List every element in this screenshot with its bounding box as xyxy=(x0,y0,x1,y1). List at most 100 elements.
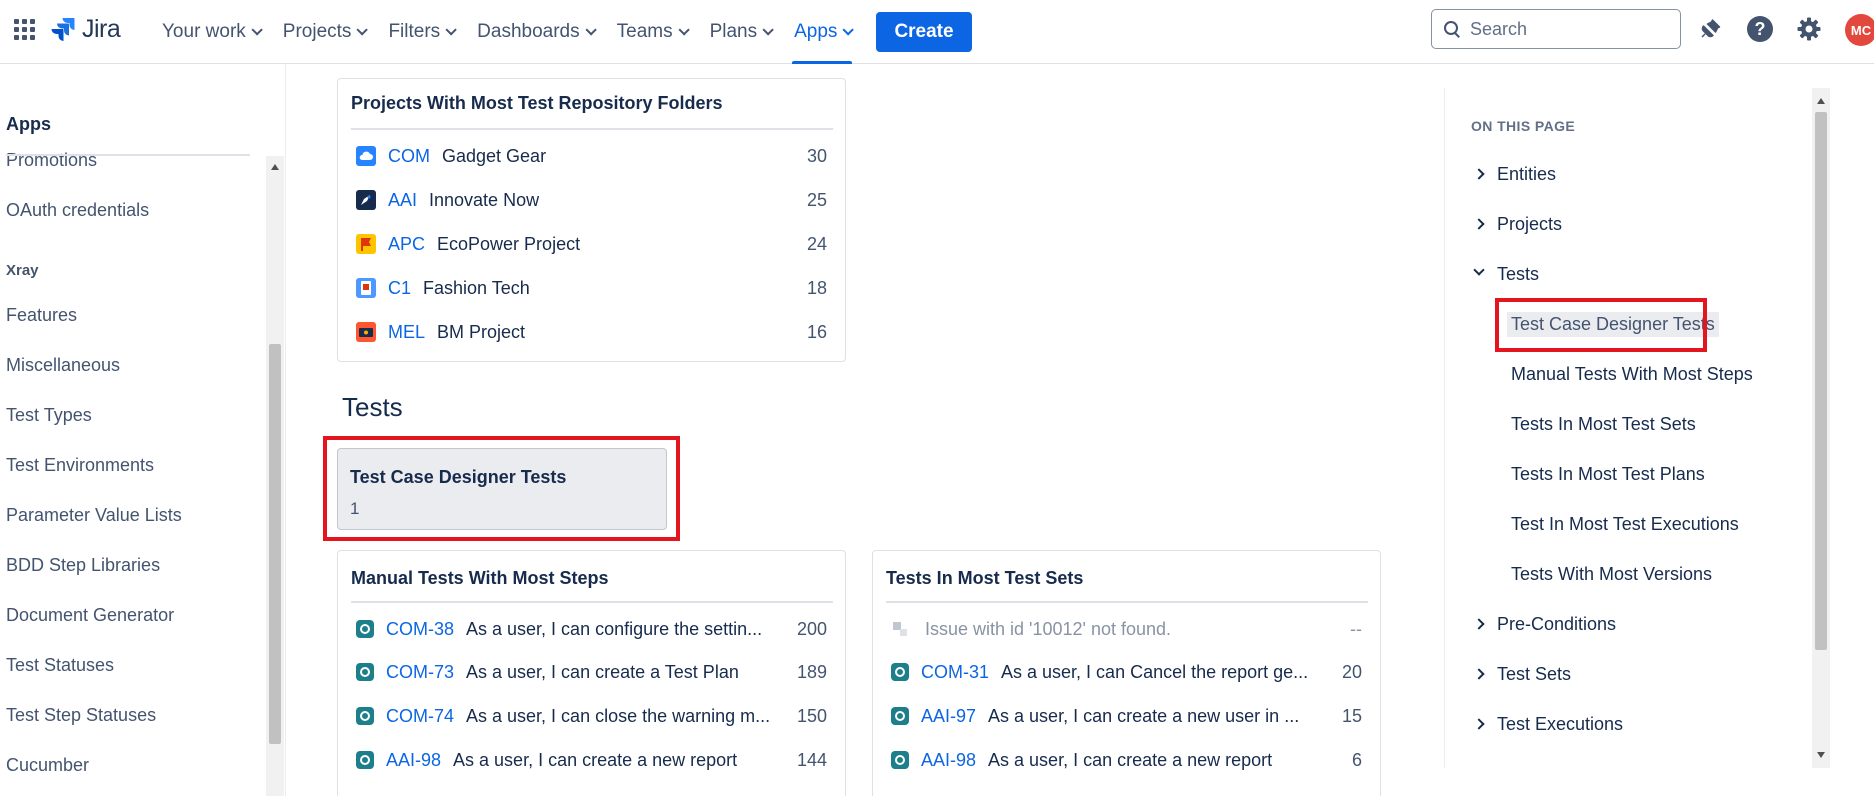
issue-key-link[interactable]: COM-31 xyxy=(921,662,989,683)
toc-heading: ON THIS PAGE xyxy=(1471,118,1576,134)
settings-gear-icon[interactable] xyxy=(1795,15,1823,43)
left-sidebar: Apps Promotions OAuth credentials Xray F… xyxy=(0,64,286,796)
create-button[interactable]: Create xyxy=(876,12,972,52)
nav-apps[interactable]: Apps xyxy=(782,0,862,64)
toc-sub-test-most-test-executions[interactable]: Test In Most Test Executions xyxy=(1511,514,1739,535)
toc-sub-manual-tests-most-steps[interactable]: Manual Tests With Most Steps xyxy=(1511,364,1753,385)
sidebar-scrollbar[interactable] xyxy=(266,156,284,796)
sidebar-item-cucumber[interactable]: Cucumber xyxy=(6,755,89,776)
toc-sub-tests-most-versions[interactable]: Tests With Most Versions xyxy=(1511,564,1712,585)
list-item: C1 Fashion Tech 18 xyxy=(356,273,827,303)
issue-key-link[interactable]: COM-74 xyxy=(386,706,454,727)
project-key-link[interactable]: C1 xyxy=(388,278,411,299)
sidebar-item-bdd-step-libraries[interactable]: BDD Step Libraries xyxy=(6,555,160,576)
sidebar-item-oauth-credentials[interactable]: OAuth credentials xyxy=(6,200,149,221)
sidebar-heading: Apps xyxy=(6,114,51,134)
chevron-down-icon[interactable] xyxy=(1473,264,1485,276)
issue-key-link[interactable]: COM-38 xyxy=(386,619,454,640)
list-item: AAI-97 As a user, I can create a new use… xyxy=(891,701,1362,731)
manual-tests-most-steps-card: Manual Tests With Most Steps COM-38 As a… xyxy=(337,550,846,796)
scrollbar-thumb[interactable] xyxy=(1815,112,1827,650)
flag-project-icon xyxy=(356,234,376,254)
top-navigation: Jira Your work Projects Filters Dashboar… xyxy=(0,0,1874,64)
list-item: COM-38 As a user, I can configure the se… xyxy=(356,614,827,644)
chevron-down-icon xyxy=(585,24,597,36)
jira-logo[interactable]: Jira xyxy=(50,14,121,44)
app-switcher-icon[interactable] xyxy=(12,17,36,41)
project-key-link[interactable]: AAI xyxy=(388,190,417,211)
nav-teams[interactable]: Teams xyxy=(605,0,698,64)
list-item: COM-74 As a user, I can close the warnin… xyxy=(356,701,827,731)
sidebar-item-test-statuses[interactable]: Test Statuses xyxy=(6,655,114,676)
toc-sub-tests-most-test-sets[interactable]: Tests In Most Test Sets xyxy=(1511,414,1696,435)
jira-logo-icon xyxy=(51,18,75,41)
issue-summary: As a user, I can Cancel the report ge... xyxy=(1001,661,1309,682)
nav-projects[interactable]: Projects xyxy=(271,0,377,64)
sidebar-item-miscellaneous[interactable]: Miscellaneous xyxy=(6,355,120,376)
section-heading-tests: Tests xyxy=(342,392,403,422)
toc-item-tests[interactable]: Tests xyxy=(1497,264,1539,285)
project-key-link[interactable]: APC xyxy=(388,234,425,255)
sidebar-item-test-environments[interactable]: Test Environments xyxy=(6,455,154,476)
issue-key-link[interactable]: AAI-98 xyxy=(386,750,441,771)
scroll-down-arrow-icon[interactable] xyxy=(1817,752,1825,758)
nav-dashboards[interactable]: Dashboards xyxy=(465,0,604,64)
count-value: 30 xyxy=(806,145,827,166)
highlight-box-toc xyxy=(1495,298,1707,352)
toc-sub-tests-most-test-plans[interactable]: Tests In Most Test Plans xyxy=(1511,464,1705,485)
sidebar-item-features[interactable]: Features xyxy=(6,305,77,326)
notification-bell-icon[interactable] xyxy=(1696,15,1724,43)
scroll-up-arrow-icon[interactable] xyxy=(271,164,279,170)
project-name: Fashion Tech xyxy=(423,277,530,298)
nav-plans[interactable]: Plans xyxy=(698,0,783,64)
card-divider xyxy=(351,601,833,603)
scrollbar-thumb[interactable] xyxy=(269,344,281,744)
sidebar-item-document-generator[interactable]: Document Generator xyxy=(6,605,174,626)
card-divider xyxy=(886,601,1368,603)
chevron-right-icon[interactable] xyxy=(1473,668,1485,680)
sidebar-item-test-step-statuses[interactable]: Test Step Statuses xyxy=(6,705,156,726)
toc-item-test-executions[interactable]: Test Executions xyxy=(1497,714,1623,735)
chevron-right-icon[interactable] xyxy=(1473,168,1485,180)
project-key-link[interactable]: COM xyxy=(388,146,430,167)
sidebar-item-test-types[interactable]: Test Types xyxy=(6,405,92,426)
primary-nav: Your work Projects Filters Dashboards Te… xyxy=(150,0,972,64)
nav-label: Your work xyxy=(162,21,246,42)
search-placeholder: Search xyxy=(1470,18,1528,39)
count-value: 20 xyxy=(1341,661,1362,682)
count-value: 16 xyxy=(806,321,827,342)
on-this-page-toc: ON THIS PAGE Entities Projects Tests Tes… xyxy=(1444,88,1844,768)
nav-label: Filters xyxy=(388,21,441,42)
list-item: COM Gadget Gear 30 xyxy=(356,141,827,171)
issue-key-link[interactable]: AAI-97 xyxy=(921,706,976,727)
nav-filters[interactable]: Filters xyxy=(376,0,465,64)
chevron-down-icon xyxy=(251,24,263,36)
toc-item-pre-conditions[interactable]: Pre-Conditions xyxy=(1497,614,1616,635)
project-key-link[interactable]: MEL xyxy=(388,322,425,343)
toc-item-test-sets[interactable]: Test Sets xyxy=(1497,664,1571,685)
toc-item-projects[interactable]: Projects xyxy=(1497,214,1562,235)
issue-key-link[interactable]: AAI-98 xyxy=(921,750,976,771)
sidebar-item-parameter-value-lists[interactable]: Parameter Value Lists xyxy=(6,505,182,526)
chevron-down-icon xyxy=(842,24,855,36)
chevron-right-icon[interactable] xyxy=(1473,718,1485,730)
help-icon[interactable]: ? xyxy=(1746,15,1774,43)
toc-item-entities[interactable]: Entities xyxy=(1497,164,1556,185)
nav-label: Apps xyxy=(794,21,838,42)
projects-most-folders-card: Projects With Most Test Repository Folde… xyxy=(337,78,846,362)
nav-your-work[interactable]: Your work xyxy=(150,0,271,64)
toc-scrollbar[interactable] xyxy=(1812,88,1830,768)
chevron-right-icon[interactable] xyxy=(1473,218,1485,230)
list-item: MEL BM Project 16 xyxy=(356,317,827,347)
nav-label: Projects xyxy=(282,21,352,42)
scroll-up-arrow-icon[interactable] xyxy=(1817,98,1825,104)
project-name: Innovate Now xyxy=(429,189,540,210)
list-item: Issue with id '10012' not found. -- xyxy=(891,614,1362,644)
chevron-down-icon xyxy=(445,24,457,36)
manual-test-icon xyxy=(356,663,374,681)
search-input[interactable]: Search xyxy=(1431,9,1681,49)
issue-key-link[interactable]: COM-73 xyxy=(386,662,454,683)
list-item: AAI Innovate Now 25 xyxy=(356,185,827,215)
chevron-right-icon[interactable] xyxy=(1473,618,1485,630)
avatar[interactable]: MC xyxy=(1845,14,1874,46)
